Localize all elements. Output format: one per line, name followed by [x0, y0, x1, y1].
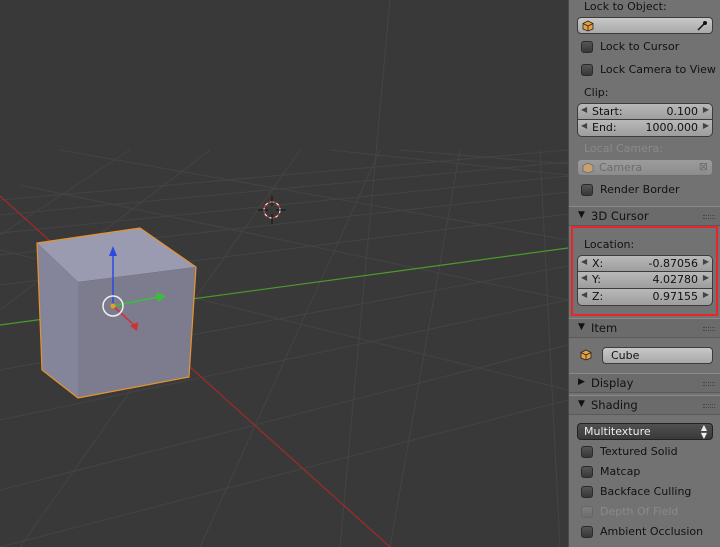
object-name-value: Cube	[611, 349, 640, 362]
shading-section-header[interactable]: ▼ Shading	[569, 395, 720, 415]
textured-solid-checkbox[interactable]	[581, 446, 593, 458]
expanded-triangle-icon: ▼	[578, 322, 585, 332]
3d-cursor-title: 3D Cursor	[591, 209, 649, 223]
3d-cursor-section-header[interactable]: ▼ 3D Cursor	[569, 206, 720, 226]
decrement-arrow-icon[interactable]: ◀	[581, 121, 587, 130]
drag-grip-icon[interactable]	[703, 382, 715, 386]
lock-to-object-label: Lock to Object:	[584, 0, 667, 13]
clear-icon: ⊠	[698, 160, 708, 173]
ambient-occlusion-checkbox[interactable]	[581, 526, 593, 538]
drag-grip-icon[interactable]	[703, 327, 715, 331]
shading-mode-dropdown[interactable]: Multitexture ▲ ▼	[577, 423, 713, 440]
clip-start-field[interactable]: ◀ Start: 0.100 ▶	[577, 103, 713, 120]
drag-grip-icon[interactable]	[703, 215, 715, 219]
lock-camera-to-view-label: Lock Camera to View	[600, 63, 716, 76]
local-camera-value: Camera	[599, 161, 643, 174]
object-icon	[582, 20, 594, 32]
collapsed-triangle-icon: ▶	[578, 377, 585, 387]
object-name-input[interactable]: Cube	[602, 347, 713, 364]
clip-start-label: Start:	[592, 105, 623, 118]
blender-window: Lock to Object: Lock to Cursor Lock Came…	[0, 0, 720, 547]
lock-to-cursor-checkbox[interactable]	[581, 41, 593, 53]
3d-cursor-icon[interactable]	[258, 196, 286, 224]
expanded-triangle-icon: ▼	[578, 210, 585, 220]
clip-label: Clip:	[584, 86, 609, 99]
viewport-canvas[interactable]	[0, 0, 568, 547]
lock-camera-to-view-checkbox[interactable]	[581, 64, 593, 76]
clip-start-value: 0.100	[666, 105, 699, 118]
drag-grip-icon[interactable]	[703, 404, 715, 408]
ambient-occlusion-label: Ambient Occlusion	[600, 525, 704, 538]
lock-to-cursor-label: Lock to Cursor	[600, 40, 680, 53]
decrement-arrow-icon[interactable]: ◀	[581, 105, 587, 114]
backface-culling-label: Backface Culling	[600, 485, 692, 498]
textured-solid-label: Textured Solid	[600, 445, 678, 458]
render-border-checkbox[interactable]	[581, 184, 593, 196]
increment-arrow-icon[interactable]: ▶	[703, 105, 709, 114]
display-title: Display	[591, 376, 634, 390]
clip-end-field[interactable]: ◀ End: 1000.000 ▶	[577, 120, 713, 137]
matcap-label: Matcap	[600, 465, 641, 478]
increment-arrow-icon[interactable]: ▶	[703, 121, 709, 130]
updown-arrows-icon: ▲ ▼	[700, 423, 707, 440]
shading-mode-value: Multitexture	[584, 425, 651, 438]
item-title: Item	[591, 321, 618, 335]
cube-object[interactable]	[36, 227, 197, 399]
backface-culling-checkbox[interactable]	[581, 486, 593, 498]
expanded-triangle-icon: ▼	[578, 399, 585, 409]
clip-end-value: 1000.000	[645, 121, 699, 134]
display-section-header[interactable]: ▶ Display	[569, 373, 720, 393]
depth-of-field-label: Depth Of Field	[600, 505, 679, 518]
local-camera-label: Local Camera:	[584, 142, 663, 155]
local-camera-field: Camera ⊠	[577, 159, 713, 176]
camera-object-icon	[582, 162, 594, 174]
highlight-box	[571, 226, 718, 316]
item-section-header[interactable]: ▼ Item	[569, 318, 720, 338]
lock-to-object-field[interactable]	[577, 17, 713, 34]
depth-of-field-checkbox	[581, 506, 593, 518]
shading-title: Shading	[591, 398, 638, 412]
render-border-label: Render Border	[600, 183, 680, 196]
object-icon	[580, 349, 592, 361]
matcap-checkbox[interactable]	[581, 466, 593, 478]
eyedropper-icon[interactable]	[696, 20, 708, 32]
3d-viewport[interactable]	[0, 0, 568, 547]
clip-end-label: End:	[592, 121, 617, 134]
